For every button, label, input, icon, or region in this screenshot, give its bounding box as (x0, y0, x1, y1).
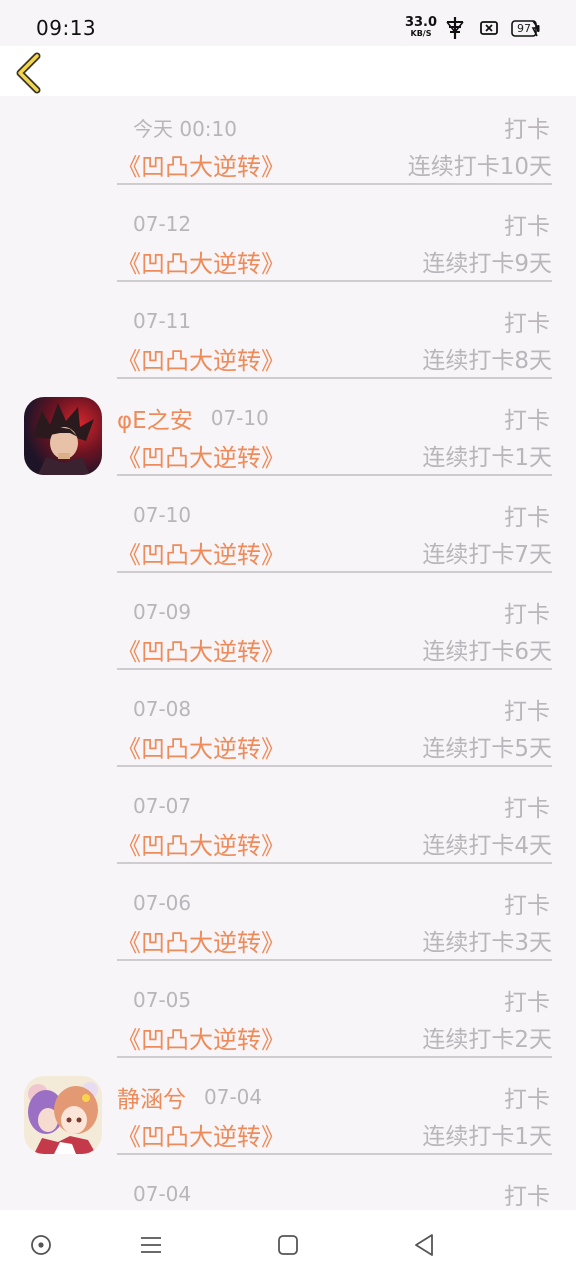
divider (117, 183, 552, 185)
streak-text: 连续打卡9天 (422, 251, 552, 277)
entry-date: 07-07 (133, 794, 192, 818)
checkin-entry: 静涵兮 07-04 打卡 《凹凸大逆转》 连续打卡1天 (0, 1066, 576, 1163)
checkin-entry: 07-11 打卡 《凹凸大逆转》 连续打卡8天 (0, 290, 576, 387)
game-title-link[interactable]: 《凹凸大逆转》 (117, 632, 285, 667)
menu-icon[interactable] (136, 1230, 166, 1260)
user-avatar[interactable] (24, 1076, 102, 1154)
checkin-entry: 07-04 打卡 (0, 1163, 576, 1210)
screen-record-icon[interactable] (26, 1230, 56, 1260)
user-name[interactable]: 静涵兮 (117, 1080, 186, 1114)
chevron-left-icon[interactable] (10, 50, 52, 94)
streak-text: 连续打卡8天 (422, 348, 552, 374)
entry-date: 07-11 (133, 309, 192, 333)
battery-level: 97 (517, 22, 531, 35)
divider (117, 862, 552, 864)
system-nav-bar (0, 1210, 576, 1280)
no-sim-icon (480, 21, 498, 35)
divider (117, 668, 552, 670)
game-title-link[interactable]: 《凹凸大逆转》 (117, 535, 285, 570)
status-time: 09:13 (36, 16, 97, 40)
entry-date: 07-10 (133, 503, 192, 527)
checkin-feed: 今天 00:10 打卡 《凹凸大逆转》 连续打卡10天 07-12 打卡 《凹凸… (0, 96, 576, 1210)
entry-action: 打卡 (504, 990, 550, 1016)
streak-text: 连续打卡4天 (422, 833, 552, 859)
entry-action: 打卡 (504, 311, 550, 337)
entry-action: 打卡 (504, 117, 550, 143)
checkin-entry: 07-08 打卡 《凹凸大逆转》 连续打卡5天 (0, 678, 576, 775)
streak-text: 连续打卡1天 (422, 1124, 552, 1150)
entry-date: 今天 00:10 (133, 116, 237, 141)
streak-text: 连续打卡2天 (422, 1027, 552, 1053)
entry-date: 07-04 (133, 1182, 192, 1206)
entry-action: 打卡 (504, 602, 550, 628)
entry-action: 打卡 (504, 1184, 550, 1210)
entry-action: 打卡 (504, 505, 550, 531)
checkin-entry: 07-05 打卡 《凹凸大逆转》 连续打卡2天 (0, 969, 576, 1066)
status-bar: 09:13 33.0 KB/S 97 (0, 0, 576, 46)
streak-text: 连续打卡6天 (422, 639, 552, 665)
user-name[interactable]: φE之安 (117, 401, 193, 435)
divider (117, 765, 552, 767)
divider (117, 959, 552, 961)
header (0, 46, 576, 96)
entry-action: 打卡 (504, 408, 550, 434)
streak-text: 连续打卡10天 (407, 154, 552, 180)
divider (117, 1153, 552, 1155)
entry-date: 07-04 (204, 1085, 263, 1109)
network-speed: 33.0 KB/S (404, 16, 438, 38)
home-icon[interactable] (273, 1230, 303, 1260)
checkin-entry: 今天 00:10 打卡 《凹凸大逆转》 连续打卡10天 (0, 96, 576, 193)
streak-text: 连续打卡3天 (422, 930, 552, 956)
entry-date: 07-10 (210, 406, 269, 430)
divider (117, 1056, 552, 1058)
divider (117, 280, 552, 282)
entry-date: 07-08 (133, 697, 192, 721)
entry-action: 打卡 (504, 1087, 550, 1113)
entry-date: 07-09 (133, 600, 192, 624)
signal-icon (446, 17, 464, 39)
game-title-link[interactable]: 《凹凸大逆转》 (117, 1020, 285, 1055)
checkin-entry: 07-07 打卡 《凹凸大逆转》 连续打卡4天 (0, 775, 576, 872)
streak-text: 连续打卡1天 (422, 445, 552, 471)
entry-date: 07-06 (133, 891, 192, 915)
network-speed-unit: KB/S (410, 29, 432, 38)
entry-action: 打卡 (504, 893, 550, 919)
checkin-entry: φE之安 07-10 打卡 《凹凸大逆转》 连续打卡1天 (0, 387, 576, 484)
game-title-link[interactable]: 《凹凸大逆转》 (117, 729, 285, 764)
streak-text: 连续打卡7天 (422, 542, 552, 568)
divider (117, 377, 552, 379)
divider (117, 571, 552, 573)
game-title-link[interactable]: 《凹凸大逆转》 (117, 826, 285, 861)
game-title-link[interactable]: 《凹凸大逆转》 (117, 438, 285, 473)
network-speed-value: 33.0 (404, 15, 438, 30)
game-title-link[interactable]: 《凹凸大逆转》 (117, 244, 285, 279)
entry-date: 07-05 (133, 988, 192, 1012)
game-title-link[interactable]: 《凹凸大逆转》 (117, 147, 285, 182)
checkin-entry: 07-12 打卡 《凹凸大逆转》 连续打卡9天 (0, 193, 576, 290)
entry-action: 打卡 (504, 699, 550, 725)
game-title-link[interactable]: 《凹凸大逆转》 (117, 341, 285, 376)
game-title-link[interactable]: 《凹凸大逆转》 (117, 1117, 285, 1152)
entry-date: 07-12 (133, 212, 192, 236)
checkin-entry: 07-06 打卡 《凹凸大逆转》 连续打卡3天 (0, 872, 576, 969)
entry-action: 打卡 (504, 796, 550, 822)
game-title-link[interactable]: 《凹凸大逆转》 (117, 923, 285, 958)
streak-text: 连续打卡5天 (422, 736, 552, 762)
user-avatar[interactable] (24, 397, 102, 475)
entry-action: 打卡 (504, 214, 550, 240)
checkin-entry: 07-10 打卡 《凹凸大逆转》 连续打卡7天 (0, 484, 576, 581)
divider (117, 474, 552, 476)
checkin-entry: 07-09 打卡 《凹凸大逆转》 连续打卡6天 (0, 581, 576, 678)
back-triangle-icon[interactable] (410, 1230, 440, 1260)
